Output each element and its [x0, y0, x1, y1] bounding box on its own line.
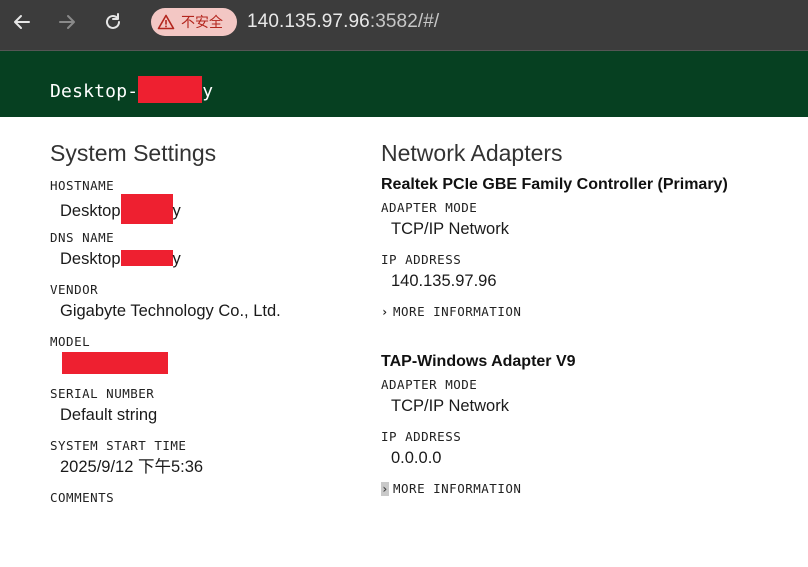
- model-label: MODEL: [50, 334, 91, 349]
- browser-toolbar: 不安全 140.135.97.96:3582/#/: [0, 0, 808, 51]
- app-title-prefix: Desktop-: [50, 81, 139, 102]
- adapter-mode-value: TCP/IP Network: [391, 220, 509, 238]
- reload-icon: [106, 13, 120, 29]
- adapter-mode-label: ADAPTER MODE: [381, 377, 478, 392]
- hostname-prefix: Desktop: [60, 202, 121, 220]
- address-bar[interactable]: 140.135.97.96:3582/#/: [247, 11, 439, 33]
- arrow-left-icon: [14, 15, 30, 29]
- dns-name-label: DNS NAME: [50, 230, 115, 245]
- ip-address-label: IP ADDRESS: [381, 252, 462, 267]
- security-label: 不安全: [181, 15, 223, 31]
- system-settings-panel: System Settings HOSTNAME Desktop y DNS NA…: [50, 140, 350, 506]
- more-information-toggle[interactable]: › MORE INFORMATION: [381, 304, 801, 319]
- reload-button[interactable]: [101, 10, 125, 34]
- dns-prefix: Desktop: [60, 250, 121, 268]
- hostname-suffix: y: [172, 202, 181, 220]
- redaction: [120, 250, 173, 266]
- chevron-right-icon: ›: [381, 481, 389, 496]
- adapter-name: TAP-Windows Adapter V9: [381, 353, 576, 370]
- comments-label: COMMENTS: [50, 490, 115, 505]
- arrow-right-icon: [59, 15, 75, 29]
- warning-icon: [157, 14, 175, 30]
- url-path: :3582/#/: [369, 11, 440, 32]
- dns-suffix: y: [172, 250, 181, 268]
- back-button[interactable]: [10, 10, 34, 34]
- dns-name-value: Desktop y: [50, 246, 350, 282]
- hostname-label: HOSTNAME: [50, 178, 115, 193]
- ip-address-value: 140.135.97.96: [391, 272, 497, 290]
- more-information-toggle[interactable]: › MORE INFORMATION: [381, 481, 801, 496]
- system-start-time-label: SYSTEM START TIME: [50, 438, 187, 453]
- forward-button[interactable]: [55, 10, 79, 34]
- redaction: [120, 194, 173, 224]
- ip-address-label: IP ADDRESS: [381, 429, 462, 444]
- adapter-card: TAP-Windows Adapter V9 ADAPTER MODE TCP/…: [381, 351, 801, 496]
- adapter-card: Realtek PCIe GBE Family Controller (Prim…: [381, 174, 801, 319]
- app-title: Desktop-y: [50, 76, 213, 103]
- network-adapters-heading: Network Adapters: [381, 140, 563, 166]
- network-adapters-panel: Network Adapters Realtek PCIe GBE Family…: [381, 140, 801, 496]
- adapter-name: Realtek PCIe GBE Family Controller (Prim…: [381, 176, 728, 193]
- adapter-mode-label: ADAPTER MODE: [381, 200, 478, 215]
- more-information-label: MORE INFORMATION: [393, 481, 522, 496]
- serial-number-value: Default string: [60, 406, 158, 424]
- vendor-label: VENDOR: [50, 282, 99, 297]
- adapter-mode-value: TCP/IP Network: [391, 397, 509, 415]
- vendor-value: Gigabyte Technology Co., Ltd.: [60, 302, 281, 320]
- redaction: [138, 76, 203, 103]
- model-value: [50, 350, 350, 386]
- system-settings-heading: System Settings: [50, 140, 217, 166]
- hostname-value: Desktop y: [50, 194, 350, 230]
- security-indicator[interactable]: 不安全: [151, 8, 237, 36]
- chevron-right-icon: ›: [381, 304, 389, 319]
- app-title-suffix: y: [202, 81, 214, 102]
- system-start-time-value: 2025/9/12 下午5:36: [60, 458, 204, 476]
- more-information-label: MORE INFORMATION: [393, 304, 522, 319]
- serial-number-label: SERIAL NUMBER: [50, 386, 155, 401]
- ip-address-value: 0.0.0.0: [391, 449, 442, 467]
- redaction: [62, 352, 168, 374]
- url-host: 140.135.97.96: [247, 11, 370, 32]
